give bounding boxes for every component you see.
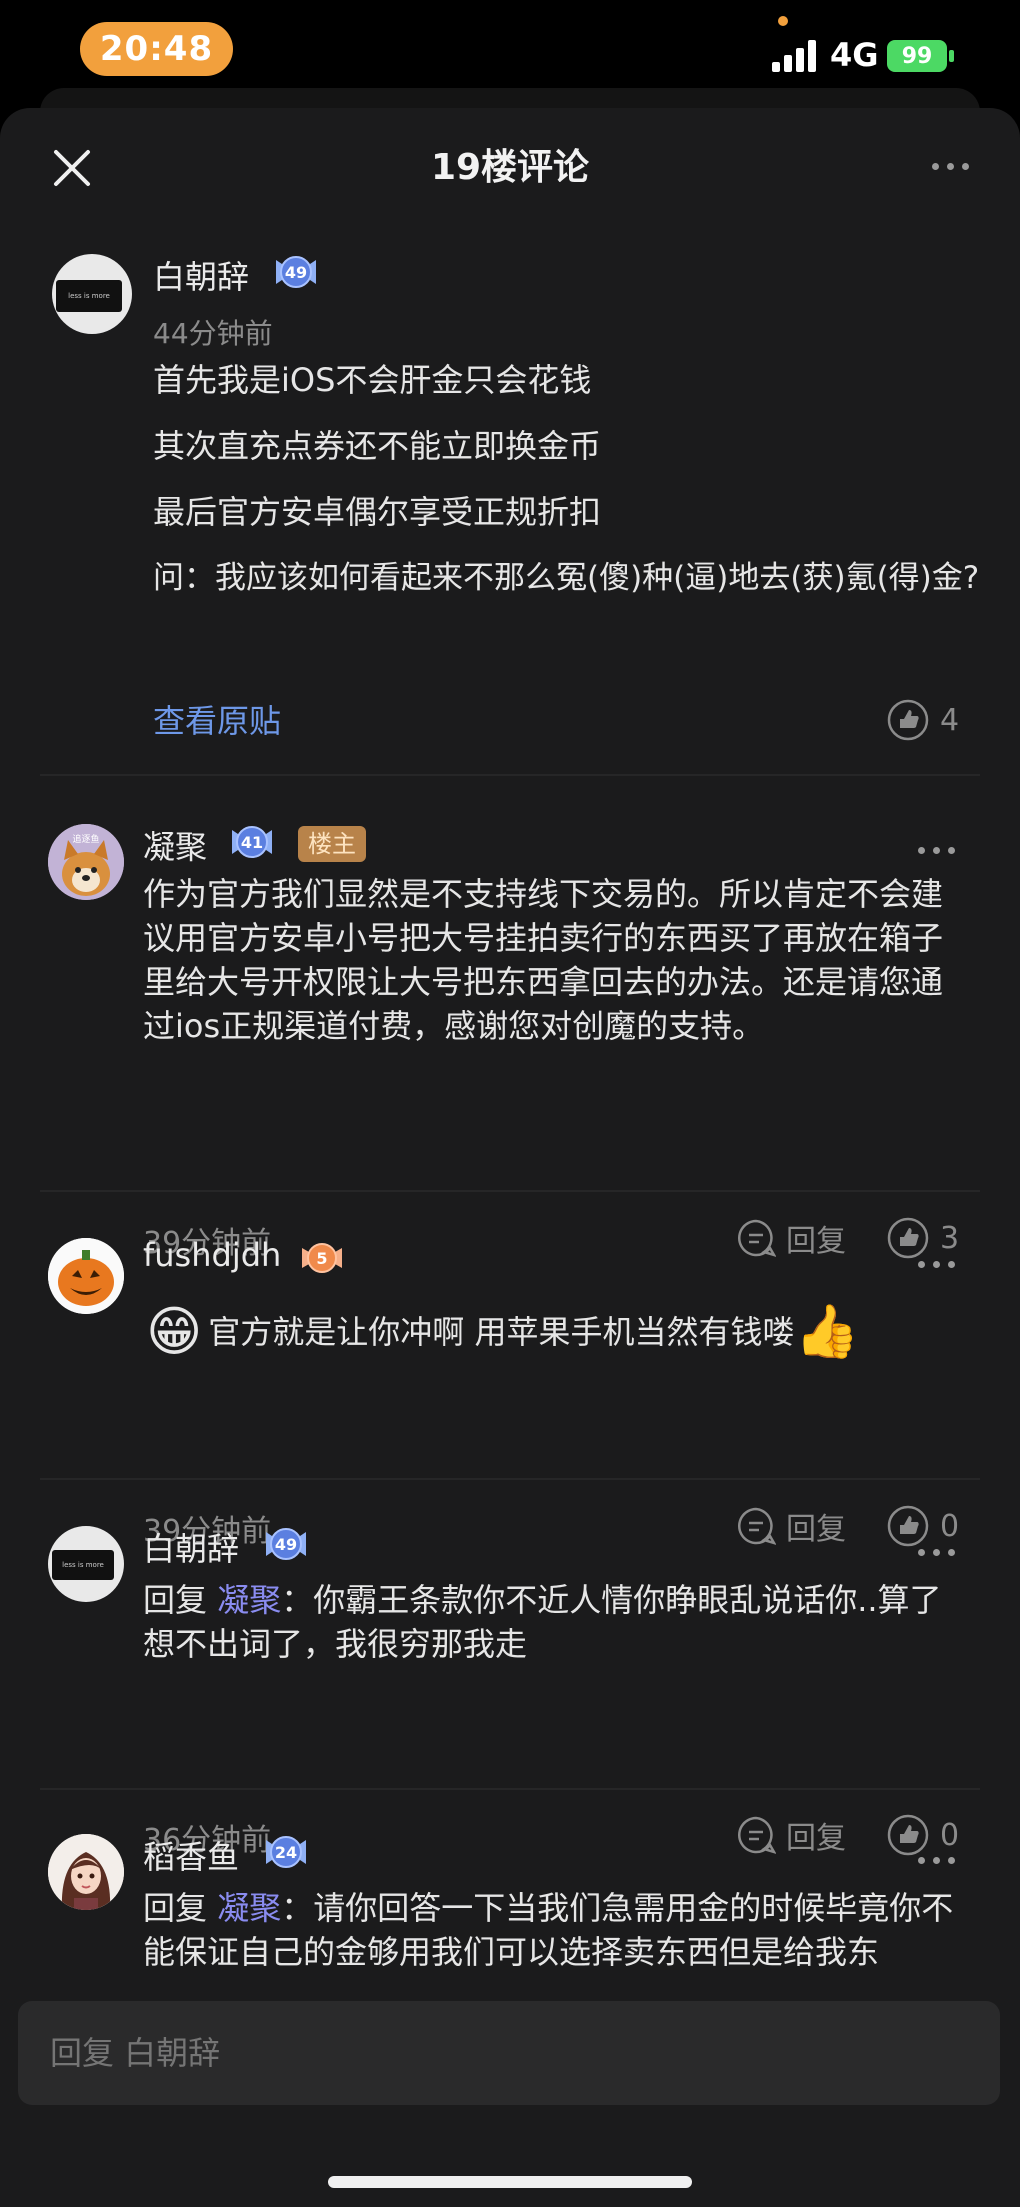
view-original-post-link[interactable]: 查看原贴 — [153, 696, 281, 742]
reply-input[interactable] — [48, 2001, 968, 2105]
level-number: 41 — [241, 833, 263, 852]
divider — [40, 1190, 980, 1192]
reply-input-bar[interactable] — [18, 2001, 1000, 2105]
comment-paragraph: 其次直充点券还不能立即换金币 — [153, 427, 602, 465]
reply-button[interactable]: 回复 — [736, 1504, 846, 1548]
thumbs-up-emoji-icon: 👍 — [794, 1302, 860, 1362]
anime-girl-avatar-icon — [48, 1834, 124, 1910]
avatar[interactable] — [48, 1834, 124, 1910]
level-number: 49 — [275, 1535, 297, 1554]
privacy-indicator-dot — [778, 16, 788, 26]
status-bar: 20:48 4G 99 — [0, 0, 1020, 100]
level-number: 49 — [285, 263, 307, 282]
avatar-logo-text: less is more — [52, 1550, 114, 1580]
mention-link[interactable]: 凝聚 — [217, 1889, 281, 1927]
like-button[interactable]: 0 — [886, 1813, 959, 1857]
level-badge-icon: 41 — [232, 826, 272, 858]
reply-text: 回复 凝聚：你霸王条款你不近人情你睁眼乱说话你..算了想不出词了，我很穷那我走 — [143, 1578, 968, 1666]
reply-button[interactable]: 回复 — [736, 1813, 846, 1857]
network-type: 4G — [830, 36, 879, 74]
divider — [40, 774, 980, 776]
battery-nub — [949, 50, 954, 62]
reply-button[interactable]: 回复 — [736, 1216, 846, 1260]
username[interactable]: 凝聚 — [143, 822, 207, 868]
comment-paragraph: 问：我应该如何看起来不那么冤(傻)种(逼)地去(获)氪(得)金? — [153, 560, 980, 596]
comment-bubble-icon — [738, 1816, 776, 1854]
reply-text: 官方就是让你冲啊 用苹果手机当然有钱喽 — [208, 1313, 795, 1351]
more-options-icon[interactable] — [918, 844, 962, 856]
username[interactable]: 白朝辞 — [143, 1524, 239, 1570]
pumpkin-avatar-icon — [48, 1238, 124, 1314]
username[interactable]: fushdjdh — [143, 1236, 281, 1274]
avatar[interactable]: less is more — [48, 1526, 124, 1602]
like-button[interactable]: 0 — [886, 1504, 959, 1548]
level-badge-icon: 5 — [302, 1243, 342, 1273]
like-count: 4 — [940, 702, 960, 738]
divider — [40, 1478, 980, 1480]
more-options-icon[interactable] — [918, 1546, 962, 1558]
status-time: 20:48 — [80, 22, 233, 76]
reply-text-row: 😁 官方就是让你冲啊 用苹果手机当然有钱喽 👍 — [146, 1300, 986, 1363]
page-title: 19楼评论 — [430, 147, 590, 188]
comment-body: 首先我是iOS不会肝金只会花钱 其次直充点券还不能立即换金币 最后官方安卓偶尔享… — [153, 358, 983, 622]
like-count: 3 — [940, 1220, 960, 1256]
avatar[interactable]: less is more — [52, 254, 132, 334]
like-count: 0 — [940, 1508, 960, 1544]
grinning-face-emoji-icon: 😁 — [146, 1300, 203, 1363]
comment-bubble-icon — [738, 1507, 776, 1545]
comment-sheet: 19楼评论 less is more 白朝辞 49 44分钟前 首先我是iOS不… — [0, 108, 1020, 2207]
signal-icon — [772, 38, 818, 72]
avatar[interactable]: 追逐鱼 — [48, 824, 124, 900]
battery-icon: 99 — [887, 40, 947, 72]
divider — [40, 1788, 980, 1790]
like-icon — [887, 699, 929, 741]
reply-label: 回复 — [786, 1224, 846, 1259]
reply-text: 回复 凝聚：请你回答一下当我们急需用金的时候毕竟你不能保证自己的金够用我们可以选… — [143, 1886, 973, 1974]
comment-paragraph: 最后官方安卓偶尔享受正规折扣 — [153, 493, 602, 531]
like-icon — [887, 1814, 929, 1856]
sheet-header: 19楼评论 — [0, 108, 1020, 218]
reply-prefix: 回复 — [143, 1889, 208, 1927]
level-badge-icon: 49 — [276, 256, 316, 288]
op-badge: 楼主 — [298, 826, 366, 862]
more-options-icon[interactable] — [918, 1854, 962, 1866]
more-options-icon[interactable] — [932, 160, 976, 172]
comment-time: 44分钟前 — [153, 317, 273, 350]
level-number: 5 — [316, 1249, 327, 1268]
username[interactable]: 稻香鱼 — [143, 1832, 239, 1878]
like-icon — [887, 1217, 929, 1259]
avatar-caption: 追逐鱼 — [72, 835, 100, 845]
home-indicator[interactable] — [328, 2176, 692, 2188]
battery-level: 99 — [901, 43, 933, 69]
like-button[interactable]: 4 — [886, 698, 959, 742]
more-options-icon[interactable] — [918, 1258, 962, 1270]
level-number: 24 — [275, 1843, 297, 1862]
like-icon — [887, 1505, 929, 1547]
like-button[interactable]: 3 — [886, 1216, 959, 1260]
comment-bubble-icon — [738, 1219, 776, 1257]
avatar[interactable] — [48, 1238, 124, 1314]
mention-link[interactable]: 凝聚 — [217, 1581, 281, 1619]
avatar-logo-text: less is more — [56, 280, 122, 312]
level-badge-icon: 49 — [266, 1528, 306, 1560]
comment-paragraph: 首先我是iOS不会肝金只会花钱 — [153, 361, 592, 399]
reply-label: 回复 — [786, 1821, 846, 1856]
reply-prefix: 回复 — [143, 1581, 208, 1619]
reply-label: 回复 — [786, 1512, 846, 1547]
like-count: 0 — [940, 1817, 960, 1853]
username[interactable]: 白朝辞 — [153, 252, 249, 298]
level-badge-icon: 24 — [266, 1836, 306, 1868]
reply-text: 作为官方我们显然是不支持线下交易的。所以肯定不会建议用官方安卓小号把大号挂拍卖行… — [143, 875, 944, 1045]
